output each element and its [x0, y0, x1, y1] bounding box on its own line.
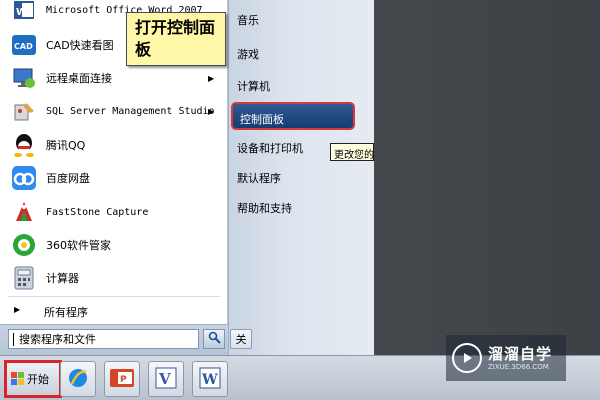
start-button[interactable]: 开始: [4, 360, 62, 398]
qq-icon: [10, 131, 38, 159]
search-box[interactable]: [8, 329, 199, 349]
program-label: 360软件管家: [46, 239, 111, 252]
watermark-text: 溜溜自学 ZIXUE.3D66.COM: [488, 345, 552, 372]
annotation-callout: 打开控制面板: [126, 12, 226, 66]
program-label: SQL Server Management Studio: [46, 105, 215, 117]
windows-logo-icon: [11, 372, 25, 386]
search-input[interactable]: [9, 330, 198, 348]
start-label: 开始: [27, 373, 49, 386]
svg-text:W: W: [201, 372, 218, 388]
right-item-devices-printers[interactable]: 设备和打印机: [237, 140, 303, 156]
right-item-control-panel[interactable]: 控制面板: [231, 102, 355, 130]
right-item-help-support[interactable]: 帮助和支持: [237, 200, 292, 216]
sql-server-icon: [10, 97, 38, 125]
right-item-games[interactable]: 游戏: [237, 46, 259, 62]
program-item-360[interactable]: 360软件管家: [0, 229, 228, 261]
taskbar-visio[interactable]: V: [148, 361, 184, 397]
program-item-baidu-netdisk[interactable]: 百度网盘: [0, 162, 228, 194]
remote-desktop-icon: [10, 64, 38, 92]
svg-text:P: P: [120, 375, 127, 385]
search-button[interactable]: [203, 329, 225, 349]
taskbar-ie[interactable]: [60, 361, 96, 397]
taskbar-powerpoint[interactable]: P: [104, 361, 140, 397]
watermark: 溜溜自学 ZIXUE.3D66.COM: [446, 335, 566, 381]
program-item-remote-desktop[interactable]: 远程桌面连接 ▶: [0, 62, 228, 94]
ie-icon: [66, 366, 90, 393]
program-label: FastStone Capture: [46, 206, 149, 218]
program-item-faststone[interactable]: FastStone Capture: [0, 196, 228, 228]
tooltip: 更改您的计算机设置: [330, 143, 374, 161]
calculator-icon: [10, 264, 38, 292]
all-programs-label: 所有程序: [44, 306, 88, 319]
submenu-arrow-icon: ▶: [208, 73, 215, 83]
submenu-arrow-icon: ▶: [208, 106, 215, 116]
text-caret: [13, 333, 14, 346]
svg-text:CAD: CAD: [14, 42, 33, 51]
program-label: 腾讯QQ: [46, 139, 86, 152]
baidu-netdisk-icon: [10, 164, 38, 192]
right-item-music[interactable]: 音乐: [237, 12, 259, 28]
word-icon: W: [198, 366, 222, 393]
powerpoint-icon: P: [109, 367, 135, 392]
right-item-default-programs[interactable]: 默认程序: [237, 170, 281, 186]
search-icon: [208, 331, 221, 347]
program-label: 计算器: [46, 272, 79, 285]
program-item-sql-server[interactable]: SQL Server Management Studio ▶: [0, 95, 228, 127]
right-item-computer[interactable]: 计算机: [237, 78, 270, 94]
triangle-right-icon: ▶: [14, 305, 21, 314]
cad-icon: CAD: [10, 31, 38, 59]
program-label: 百度网盘: [46, 172, 90, 185]
divider: [8, 296, 220, 297]
shutdown-button[interactable]: 关: [230, 329, 252, 349]
svg-text:V: V: [158, 370, 171, 388]
taskbar-word[interactable]: W: [192, 361, 228, 397]
watermark-title: 溜溜自学: [488, 344, 553, 363]
svg-text:W: W: [16, 7, 27, 18]
visio-icon: V: [154, 366, 178, 393]
faststone-capture-icon: [10, 198, 38, 226]
all-programs-button[interactable]: ▶ 所有程序: [0, 300, 228, 322]
watermark-url: ZIXUE.3D66.COM: [488, 362, 549, 371]
word-icon: W: [10, 0, 38, 24]
360-software-manager-icon: [10, 231, 38, 259]
program-label: 远程桌面连接: [46, 72, 112, 85]
program-item-calculator[interactable]: 计算器: [0, 262, 228, 294]
program-item-qq[interactable]: 腾讯QQ: [0, 129, 228, 161]
program-label: CAD快速看图: [46, 39, 114, 52]
play-icon: [452, 343, 482, 373]
